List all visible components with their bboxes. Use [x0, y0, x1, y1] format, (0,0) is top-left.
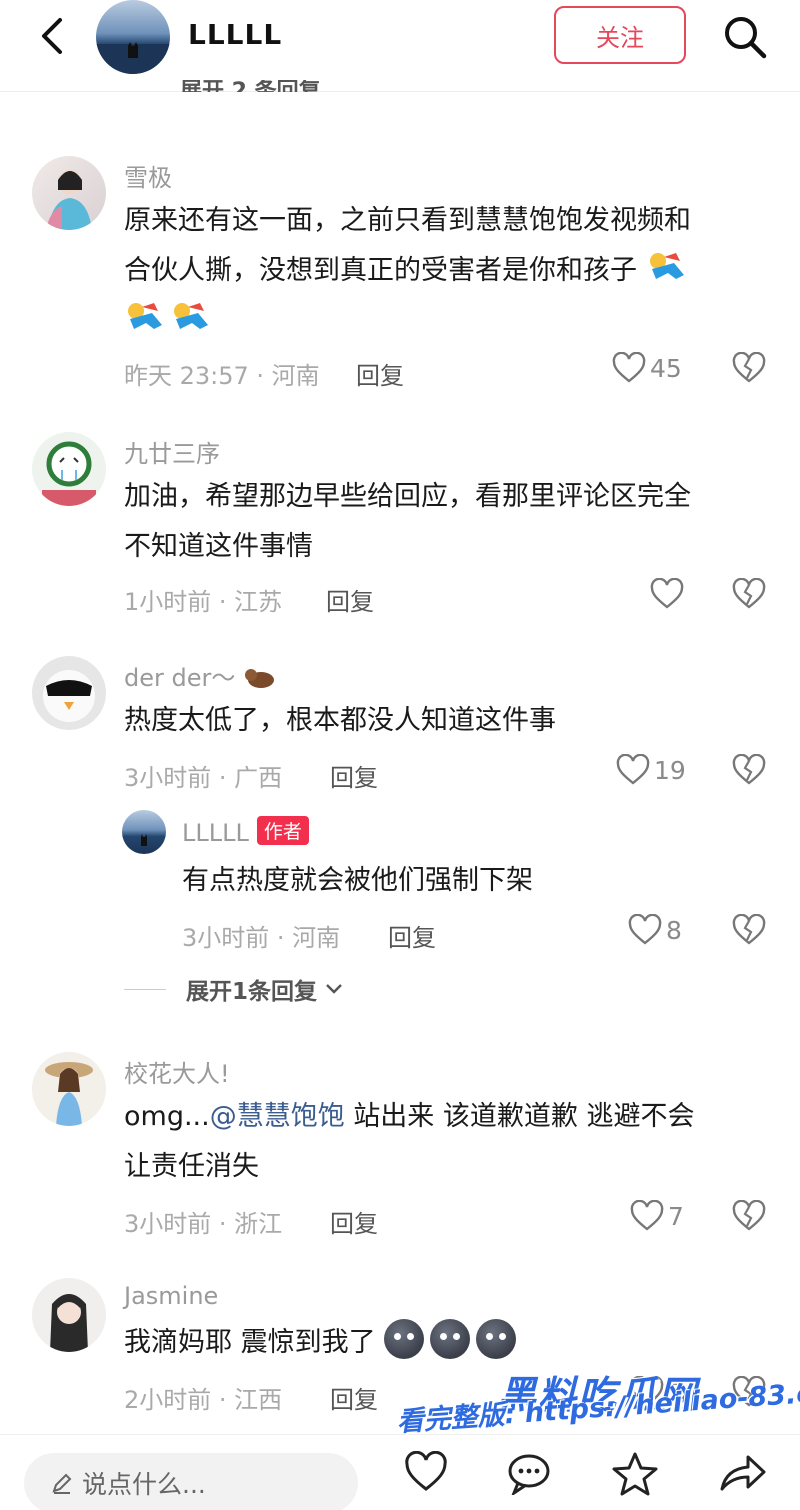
heart-icon: [616, 754, 650, 785]
dark-face-emoji-icon: [476, 1319, 517, 1359]
broken-heart-icon[interactable]: [732, 352, 766, 384]
like-button[interactable]: 45: [612, 352, 682, 384]
comment-meta: 1小时前 · 江苏: [124, 588, 283, 616]
cat-silhouette-icon: [96, 42, 170, 74]
broken-heart-icon[interactable]: [732, 1200, 766, 1232]
follow-button[interactable]: 关注: [554, 6, 686, 64]
slide-emoji-icon: [649, 253, 684, 279]
comment-input-placeholder: 说点什么...: [82, 1470, 206, 1499]
comment-meta: 2小时前 · 江西: [124, 1386, 283, 1414]
avatar[interactable]: [32, 432, 106, 506]
dark-face-emoji-icon: [430, 1319, 471, 1359]
comment-icon[interactable]: [506, 1451, 552, 1495]
comment-meta: 3小时前 · 河南: [182, 924, 341, 952]
search-icon[interactable]: [720, 12, 770, 62]
avatar[interactable]: [32, 1052, 106, 1126]
mention-link[interactable]: @慧慧饱饱: [210, 1101, 345, 1132]
comment-username[interactable]: Jasmine: [124, 1282, 218, 1310]
reply-button[interactable]: 回复: [388, 918, 436, 953]
comment-input[interactable]: 说点什么...: [24, 1453, 358, 1510]
reply-button[interactable]: 回复: [330, 758, 378, 793]
comment-username[interactable]: der der～: [124, 658, 277, 693]
heart-icon[interactable]: [404, 1451, 448, 1495]
avatar[interactable]: [122, 810, 166, 854]
slide-emoji-icon: [174, 303, 208, 329]
comment-meta: 3小时前 · 广西: [124, 764, 283, 792]
chevron-down-icon: [326, 984, 342, 994]
comment-text: 原来还有这一面，之前只看到慧慧饱饱发视频和 合伙人撕，没想到真正的受害者是你和孩…: [124, 196, 692, 346]
like-count: 7: [668, 1201, 684, 1231]
heart-icon: [612, 352, 646, 383]
profile-avatar[interactable]: [96, 0, 170, 74]
comment-text: 有点热度就会被他们强制下架: [182, 865, 533, 896]
dark-face-emoji-icon: [384, 1319, 425, 1359]
like-button[interactable]: 19: [616, 754, 686, 786]
broken-heart-icon[interactable]: [732, 914, 766, 946]
expand-replies-button[interactable]: 展开1条回复: [124, 972, 343, 1006]
share-icon[interactable]: [718, 1451, 768, 1495]
pencil-icon: [52, 1473, 72, 1494]
top-bar: LLLLL 关注 展开 2 条回复 ⌄: [0, 0, 800, 92]
reply-button[interactable]: 回复: [356, 356, 404, 391]
like-button[interactable]: 8: [628, 914, 682, 946]
like-count: 45: [650, 353, 682, 383]
avatar[interactable]: [32, 1278, 106, 1352]
back-icon[interactable]: [34, 14, 74, 58]
author-badge: 作者: [256, 816, 309, 845]
comment-meta: 3小时前 · 浙江: [124, 1210, 283, 1238]
comment-username[interactable]: LLLLL 作者: [182, 816, 309, 847]
reply-button[interactable]: 回复: [326, 582, 374, 617]
like-count: 8: [666, 915, 682, 945]
comment-text: 我滴妈耶 震惊到我了: [124, 1318, 522, 1368]
comment-text: 加油，希望那边早些给回应，看那里评论区完全 不知道这件事情: [124, 481, 691, 562]
heart-icon: [628, 914, 662, 945]
heart-icon: [650, 578, 684, 609]
divider: [124, 988, 166, 990]
avatar[interactable]: [32, 156, 106, 230]
like-button[interactable]: 7: [630, 1200, 684, 1232]
expand-replies-cutoff[interactable]: 展开 2 条回复 ⌄: [180, 80, 347, 92]
broken-heart-icon[interactable]: [732, 754, 766, 786]
profile-name: LLLLL: [188, 18, 283, 51]
like-button[interactable]: [650, 578, 684, 610]
heart-icon: [630, 1200, 664, 1231]
comment-username[interactable]: 九廿三序: [124, 434, 220, 469]
bottom-action-bar: 说点什么...: [0, 1434, 800, 1510]
otter-emoji-icon: [245, 669, 275, 688]
comment-text: omg...@慧慧饱饱 站出来 该道歉道歉 逃避不会 让责任消失: [124, 1101, 695, 1182]
comment-text: 热度太低了，根本都没人知道这件事: [124, 705, 556, 736]
avatar[interactable]: [32, 656, 106, 730]
comment-username[interactable]: 雪极: [124, 158, 172, 193]
reply-button[interactable]: 回复: [330, 1380, 378, 1415]
broken-heart-icon[interactable]: [732, 578, 766, 610]
comment-meta: 昨天 23:57 · 河南: [124, 362, 320, 390]
star-icon[interactable]: [612, 1451, 658, 1497]
slide-emoji-icon: [128, 303, 162, 329]
comment-username[interactable]: 校花大人!: [124, 1054, 230, 1089]
reply-button[interactable]: 回复: [330, 1204, 378, 1239]
like-count: 19: [654, 755, 686, 785]
